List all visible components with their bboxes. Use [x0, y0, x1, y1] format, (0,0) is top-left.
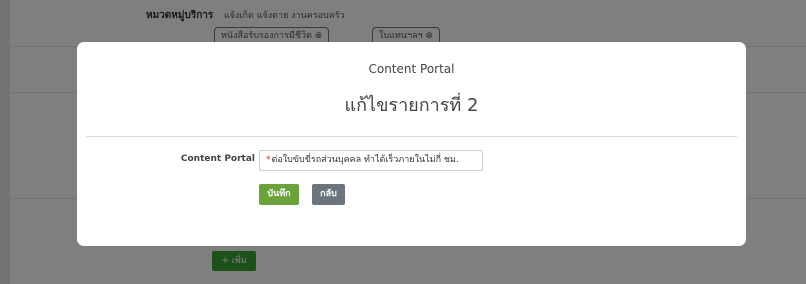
back-button[interactable]: กลับ: [312, 184, 345, 205]
modal-title: แก้ไขรายการที่ 2: [344, 95, 479, 116]
divider: [86, 136, 737, 137]
content-portal-input[interactable]: *ต่อใบขับขี่รถส่วนบุคคล ทำได้เร็วภายในไม…: [259, 150, 483, 171]
content-portal-label: Content Portal: [180, 154, 255, 164]
required-marker: *: [266, 155, 271, 165]
content-portal-value: ต่อใบขับขี่รถส่วนบุคคล ทำได้เร็วภายในไม่…: [271, 155, 459, 165]
edit-modal: Content Portal แก้ไขรายการที่ 2 Content …: [77, 42, 746, 246]
save-button[interactable]: บันทึก: [259, 184, 299, 205]
modal-subtitle: Content Portal: [368, 62, 455, 76]
